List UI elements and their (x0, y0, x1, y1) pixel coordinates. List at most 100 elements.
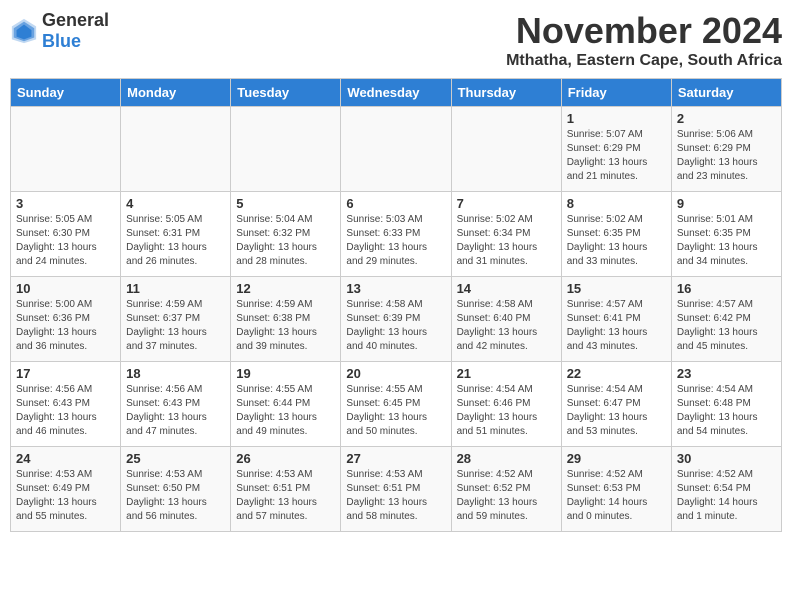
day-number: 12 (236, 281, 335, 296)
day-of-week-header: Thursday (451, 79, 561, 107)
day-info: Sunrise: 4:52 AM Sunset: 6:53 PM Dayligh… (567, 468, 666, 524)
day-info: Sunrise: 5:01 AM Sunset: 6:35 PM Dayligh… (677, 213, 776, 269)
day-info: Sunrise: 4:55 AM Sunset: 6:45 PM Dayligh… (346, 383, 445, 439)
calendar-cell: 15 Sunrise: 4:57 AM Sunset: 6:41 PM Dayli… (561, 277, 671, 362)
day-number: 7 (457, 196, 556, 211)
day-number: 13 (346, 281, 445, 296)
day-number: 15 (567, 281, 666, 296)
day-number: 2 (677, 111, 776, 126)
calendar-cell: 3Sunrise: 5:05 AM Sunset: 6:30 PM Daylig… (11, 192, 121, 277)
calendar-cell: 10 Sunrise: 5:00 AM Sunset: 6:36 PM Dayli… (11, 277, 121, 362)
calendar-cell: 6 Sunrise: 5:03 AM Sunset: 6:33 PM Daylig… (341, 192, 451, 277)
calendar-week-row: 24Sunrise: 4:53 AM Sunset: 6:49 PM Dayli… (11, 447, 782, 532)
day-number: 3 (16, 196, 115, 211)
day-number: 28 (457, 451, 556, 466)
calendar-cell: 30Sunrise: 4:52 AM Sunset: 6:54 PM Dayli… (671, 447, 781, 532)
calendar-cell: 8 Sunrise: 5:02 AM Sunset: 6:35 PM Daylig… (561, 192, 671, 277)
calendar-cell (451, 107, 561, 192)
calendar-cell: 21Sunrise: 4:54 AM Sunset: 6:46 PM Dayli… (451, 362, 561, 447)
calendar-cell: 22 Sunrise: 4:54 AM Sunset: 6:47 PM Dayli… (561, 362, 671, 447)
day-number: 25 (126, 451, 225, 466)
day-info: Sunrise: 4:54 AM Sunset: 6:47 PM Dayligh… (567, 383, 666, 439)
calendar-week-row: 17 Sunrise: 4:56 AM Sunset: 6:43 PM Dayli… (11, 362, 782, 447)
day-info: Sunrise: 4:58 AM Sunset: 6:39 PM Dayligh… (346, 298, 445, 354)
day-info: Sunrise: 5:07 AM Sunset: 6:29 PM Dayligh… (567, 128, 666, 184)
day-info: Sunrise: 5:05 AM Sunset: 6:31 PM Dayligh… (126, 213, 225, 269)
day-number: 20 (346, 366, 445, 381)
calendar-week-row: 3Sunrise: 5:05 AM Sunset: 6:30 PM Daylig… (11, 192, 782, 277)
logo-blue-text: Blue (42, 31, 81, 51)
calendar-body: 1 Sunrise: 5:07 AM Sunset: 6:29 PM Daylig… (11, 107, 782, 532)
day-info: Sunrise: 5:02 AM Sunset: 6:35 PM Dayligh… (567, 213, 666, 269)
calendar-cell: 24Sunrise: 4:53 AM Sunset: 6:49 PM Dayli… (11, 447, 121, 532)
calendar-cell: 7 Sunrise: 5:02 AM Sunset: 6:34 PM Daylig… (451, 192, 561, 277)
calendar-table: SundayMondayTuesdayWednesdayThursdayFrid… (10, 78, 782, 532)
day-number: 27 (346, 451, 445, 466)
calendar-cell: 5Sunrise: 5:04 AM Sunset: 6:32 PM Daylig… (231, 192, 341, 277)
calendar-cell: 27 Sunrise: 4:53 AM Sunset: 6:51 PM Dayli… (341, 447, 451, 532)
day-info: Sunrise: 4:52 AM Sunset: 6:54 PM Dayligh… (677, 468, 776, 524)
day-info: Sunrise: 4:52 AM Sunset: 6:52 PM Dayligh… (457, 468, 556, 524)
calendar-header-row: SundayMondayTuesdayWednesdayThursdayFrid… (11, 79, 782, 107)
day-info: Sunrise: 4:54 AM Sunset: 6:48 PM Dayligh… (677, 383, 776, 439)
calendar-cell (121, 107, 231, 192)
day-number: 9 (677, 196, 776, 211)
day-number: 26 (236, 451, 335, 466)
calendar-cell (341, 107, 451, 192)
day-info: Sunrise: 4:58 AM Sunset: 6:40 PM Dayligh… (457, 298, 556, 354)
day-number: 21 (457, 366, 556, 381)
day-number: 19 (236, 366, 335, 381)
logo: General Blue (10, 10, 109, 52)
header: General Blue November 2024 Mthatha, East… (10, 10, 782, 70)
day-number: 10 (16, 281, 115, 296)
calendar-cell: 11Sunrise: 4:59 AM Sunset: 6:37 PM Dayli… (121, 277, 231, 362)
day-info: Sunrise: 4:59 AM Sunset: 6:37 PM Dayligh… (126, 298, 225, 354)
day-number: 1 (567, 111, 666, 126)
title-area: November 2024 Mthatha, Eastern Cape, Sou… (506, 10, 782, 70)
day-of-week-header: Saturday (671, 79, 781, 107)
calendar-cell: 25 Sunrise: 4:53 AM Sunset: 6:50 PM Dayli… (121, 447, 231, 532)
logo-icon (10, 17, 38, 45)
calendar-cell: 12 Sunrise: 4:59 AM Sunset: 6:38 PM Dayli… (231, 277, 341, 362)
day-info: Sunrise: 4:57 AM Sunset: 6:41 PM Dayligh… (567, 298, 666, 354)
day-number: 18 (126, 366, 225, 381)
day-info: Sunrise: 4:53 AM Sunset: 6:50 PM Dayligh… (126, 468, 225, 524)
day-info: Sunrise: 5:00 AM Sunset: 6:36 PM Dayligh… (16, 298, 115, 354)
day-of-week-header: Monday (121, 79, 231, 107)
day-of-week-header: Friday (561, 79, 671, 107)
day-number: 6 (346, 196, 445, 211)
calendar-cell: 29 Sunrise: 4:52 AM Sunset: 6:53 PM Dayli… (561, 447, 671, 532)
calendar-cell: 1 Sunrise: 5:07 AM Sunset: 6:29 PM Daylig… (561, 107, 671, 192)
day-info: Sunrise: 4:59 AM Sunset: 6:38 PM Dayligh… (236, 298, 335, 354)
day-info: Sunrise: 5:06 AM Sunset: 6:29 PM Dayligh… (677, 128, 776, 184)
calendar-cell: 14 Sunrise: 4:58 AM Sunset: 6:40 PM Dayli… (451, 277, 561, 362)
day-of-week-header: Tuesday (231, 79, 341, 107)
day-number: 17 (16, 366, 115, 381)
day-info: Sunrise: 4:53 AM Sunset: 6:51 PM Dayligh… (346, 468, 445, 524)
calendar-week-row: 1 Sunrise: 5:07 AM Sunset: 6:29 PM Daylig… (11, 107, 782, 192)
logo-general-text: General (42, 10, 109, 30)
day-of-week-header: Sunday (11, 79, 121, 107)
day-info: Sunrise: 5:04 AM Sunset: 6:32 PM Dayligh… (236, 213, 335, 269)
calendar-cell: 9 Sunrise: 5:01 AM Sunset: 6:35 PM Daylig… (671, 192, 781, 277)
day-number: 16 (677, 281, 776, 296)
calendar-cell: 17 Sunrise: 4:56 AM Sunset: 6:43 PM Dayli… (11, 362, 121, 447)
day-info: Sunrise: 4:56 AM Sunset: 6:43 PM Dayligh… (126, 383, 225, 439)
month-title: November 2024 (506, 10, 782, 52)
calendar-cell: 26Sunrise: 4:53 AM Sunset: 6:51 PM Dayli… (231, 447, 341, 532)
day-number: 8 (567, 196, 666, 211)
day-number: 29 (567, 451, 666, 466)
calendar-cell: 18 Sunrise: 4:56 AM Sunset: 6:43 PM Dayli… (121, 362, 231, 447)
calendar-week-row: 10 Sunrise: 5:00 AM Sunset: 6:36 PM Dayli… (11, 277, 782, 362)
day-number: 24 (16, 451, 115, 466)
day-info: Sunrise: 4:56 AM Sunset: 6:43 PM Dayligh… (16, 383, 115, 439)
day-number: 23 (677, 366, 776, 381)
day-info: Sunrise: 5:03 AM Sunset: 6:33 PM Dayligh… (346, 213, 445, 269)
calendar-cell: 4Sunrise: 5:05 AM Sunset: 6:31 PM Daylig… (121, 192, 231, 277)
day-info: Sunrise: 4:57 AM Sunset: 6:42 PM Dayligh… (677, 298, 776, 354)
day-number: 22 (567, 366, 666, 381)
day-number: 14 (457, 281, 556, 296)
day-info: Sunrise: 5:02 AM Sunset: 6:34 PM Dayligh… (457, 213, 556, 269)
calendar-cell: 20 Sunrise: 4:55 AM Sunset: 6:45 PM Dayli… (341, 362, 451, 447)
calendar-cell: 2 Sunrise: 5:06 AM Sunset: 6:29 PM Daylig… (671, 107, 781, 192)
